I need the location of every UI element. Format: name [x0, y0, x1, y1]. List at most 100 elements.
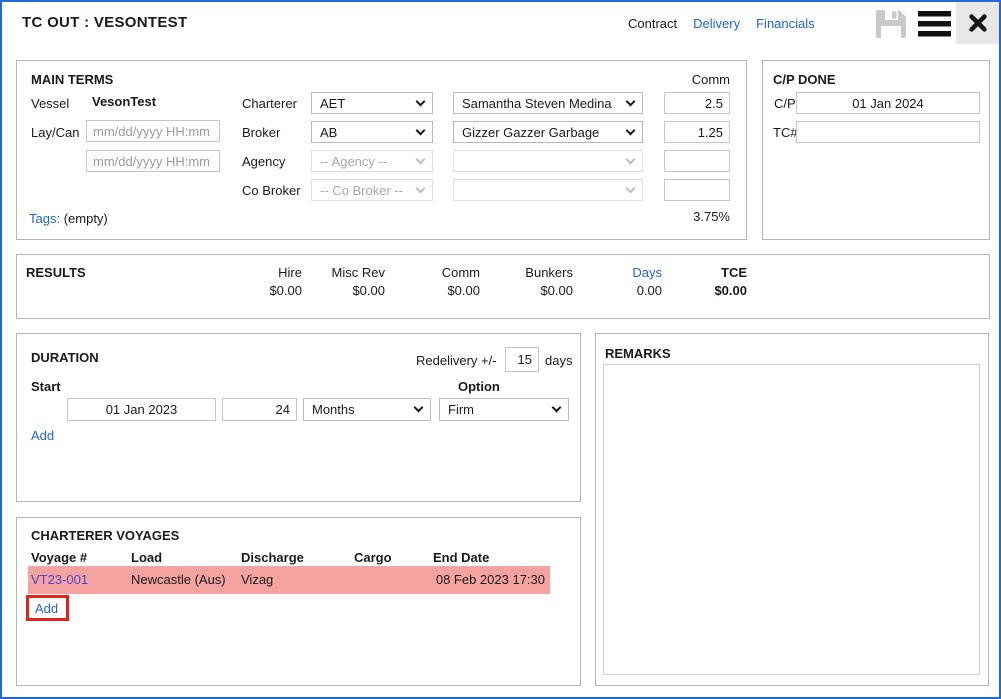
- results-col-bunkers-value: $0.00: [483, 283, 573, 298]
- chevron-down-icon: [416, 154, 426, 164]
- remarks-section: REMARKS: [595, 333, 989, 686]
- charterer-comm-input[interactable]: [664, 92, 730, 114]
- tc-number-label: TC#: [773, 125, 798, 140]
- remarks-heading: REMARKS: [605, 346, 671, 361]
- duration-unit-value: Months: [312, 402, 355, 417]
- duration-quantity-input[interactable]: [222, 398, 297, 421]
- charterer-select[interactable]: AET: [311, 92, 433, 114]
- co-broker-label: Co Broker: [242, 183, 301, 198]
- duration-heading: DURATION: [31, 350, 99, 365]
- tags-value: (empty): [64, 211, 108, 226]
- chevron-down-icon: [626, 96, 636, 106]
- page-title: TC OUT : VESONTEST: [22, 14, 187, 31]
- hamburger-menu-icon: [917, 10, 953, 38]
- laycan-label: Lay/Can: [31, 125, 79, 140]
- results-col-comm-value: $0.00: [390, 283, 480, 298]
- results-col-tce-label: TCE: [657, 265, 747, 280]
- tc-out-window: TC OUT : VESONTEST Contract Delivery Fin…: [0, 0, 1001, 699]
- cp-label: C/P: [774, 96, 796, 111]
- results-col-days-label[interactable]: Days: [572, 265, 662, 280]
- agency-select: -- Agency --: [311, 150, 433, 172]
- charterer-select-value: AET: [320, 96, 345, 111]
- results-col-comm-label: Comm: [390, 265, 480, 280]
- col-header-cargo: Cargo: [354, 550, 392, 565]
- chevron-down-icon: [626, 154, 636, 164]
- results-section: RESULTS Hire $0.00 Misc Rev $0.00 Comm $…: [16, 254, 990, 319]
- results-col-miscrev-value: $0.00: [295, 283, 385, 298]
- tab-contract[interactable]: Contract: [628, 16, 677, 31]
- voyage-number-link[interactable]: VT23-001: [31, 566, 88, 594]
- broker-comm-input[interactable]: [664, 121, 730, 143]
- charterer-contact-select[interactable]: Samantha Steven Medina: [453, 92, 643, 114]
- vessel-label: Vessel: [31, 96, 69, 111]
- col-header-discharge: Discharge: [241, 550, 304, 565]
- duration-option-select[interactable]: Firm: [439, 398, 569, 421]
- save-button[interactable]: [875, 9, 907, 39]
- option-label: Option: [458, 379, 500, 394]
- duration-section: DURATION Redelivery +/- days Start Optio…: [16, 333, 581, 502]
- col-header-voyage: Voyage #: [31, 550, 87, 565]
- charterer-label: Charterer: [242, 96, 297, 111]
- start-label: Start: [31, 379, 61, 394]
- agency-comm-input[interactable]: [664, 150, 730, 172]
- add-voyage-link[interactable]: Add: [35, 601, 58, 616]
- main-terms-heading: MAIN TERMS: [31, 72, 113, 87]
- results-col-hire-label: Hire: [212, 265, 302, 280]
- vessel-value: VesonTest: [92, 94, 156, 109]
- remarks-textarea[interactable]: [603, 364, 980, 675]
- duration-option-value: Firm: [448, 402, 474, 417]
- agency-select-value: -- Agency --: [320, 154, 387, 169]
- add-voyage-annotation-box: Add: [26, 595, 69, 621]
- voyage-discharge-cell: Vizag: [241, 566, 273, 594]
- chevron-down-icon: [416, 125, 426, 135]
- floppy-disk-icon: [875, 9, 907, 39]
- broker-contact-select[interactable]: Gizzer Gazzer Garbage: [453, 121, 643, 143]
- agency-label: Agency: [242, 154, 285, 169]
- results-heading: RESULTS: [26, 265, 86, 280]
- charterer-voyages-section: CHARTERER VOYAGES Voyage # Load Discharg…: [16, 517, 581, 686]
- tab-delivery[interactable]: Delivery: [693, 16, 740, 31]
- co-broker-select-value: -- Co Broker --: [320, 183, 403, 198]
- cp-done-section: C/P DONE C/P TC#: [762, 60, 990, 240]
- chevron-down-icon: [626, 125, 636, 135]
- duration-add-link[interactable]: Add: [31, 428, 54, 443]
- broker-label: Broker: [242, 125, 280, 140]
- results-col-tce-value: $0.00: [657, 283, 747, 298]
- co-broker-comm-input[interactable]: [664, 179, 730, 201]
- duration-start-date-input[interactable]: [67, 398, 216, 421]
- tc-number-input[interactable]: [796, 121, 980, 143]
- broker-select[interactable]: AB: [311, 121, 433, 143]
- col-header-load: Load: [131, 550, 162, 565]
- duration-unit-select[interactable]: Months: [303, 398, 431, 421]
- redelivery-days-input[interactable]: [505, 347, 539, 372]
- chevron-down-icon: [416, 96, 426, 106]
- results-col-hire-value: $0.00: [212, 283, 302, 298]
- close-button[interactable]: [956, 2, 999, 44]
- voyage-load-cell: Newcastle (Aus): [131, 566, 226, 594]
- charterer-contact-value: Samantha Steven Medina: [462, 96, 612, 111]
- comm-header: Comm: [640, 72, 730, 87]
- tags-row: Tags: (empty): [29, 211, 108, 226]
- main-terms-section: MAIN TERMS Vessel VesonTest Lay/Can Char…: [16, 60, 747, 240]
- voyage-table-row[interactable]: VT23-001 Newcastle (Aus) Vizag 08 Feb 20…: [28, 566, 550, 594]
- co-broker-select: -- Co Broker --: [311, 179, 433, 201]
- results-col-bunkers-label: Bunkers: [483, 265, 573, 280]
- cp-date-input[interactable]: [796, 92, 980, 114]
- laycan-from-input[interactable]: [86, 120, 220, 142]
- laycan-to-input[interactable]: [86, 150, 220, 172]
- header-nav: Contract Delivery Financials: [628, 16, 815, 31]
- comm-total: 3.75%: [640, 209, 730, 224]
- broker-select-value: AB: [320, 125, 337, 140]
- tags-link[interactable]: Tags:: [29, 211, 60, 226]
- chevron-down-icon: [416, 183, 426, 193]
- broker-contact-value: Gizzer Gazzer Garbage: [462, 125, 599, 140]
- chevron-down-icon: [414, 403, 424, 413]
- charterer-voyages-heading: CHARTERER VOYAGES: [31, 528, 179, 543]
- voyage-end-date-cell: 08 Feb 2023 17:30: [436, 566, 545, 594]
- co-broker-contact-select: [453, 179, 643, 201]
- days-label: days: [545, 353, 572, 368]
- col-header-end-date: End Date: [433, 550, 489, 565]
- cp-done-heading: C/P DONE: [773, 72, 836, 87]
- tab-financials[interactable]: Financials: [756, 16, 815, 31]
- menu-button[interactable]: [917, 10, 953, 38]
